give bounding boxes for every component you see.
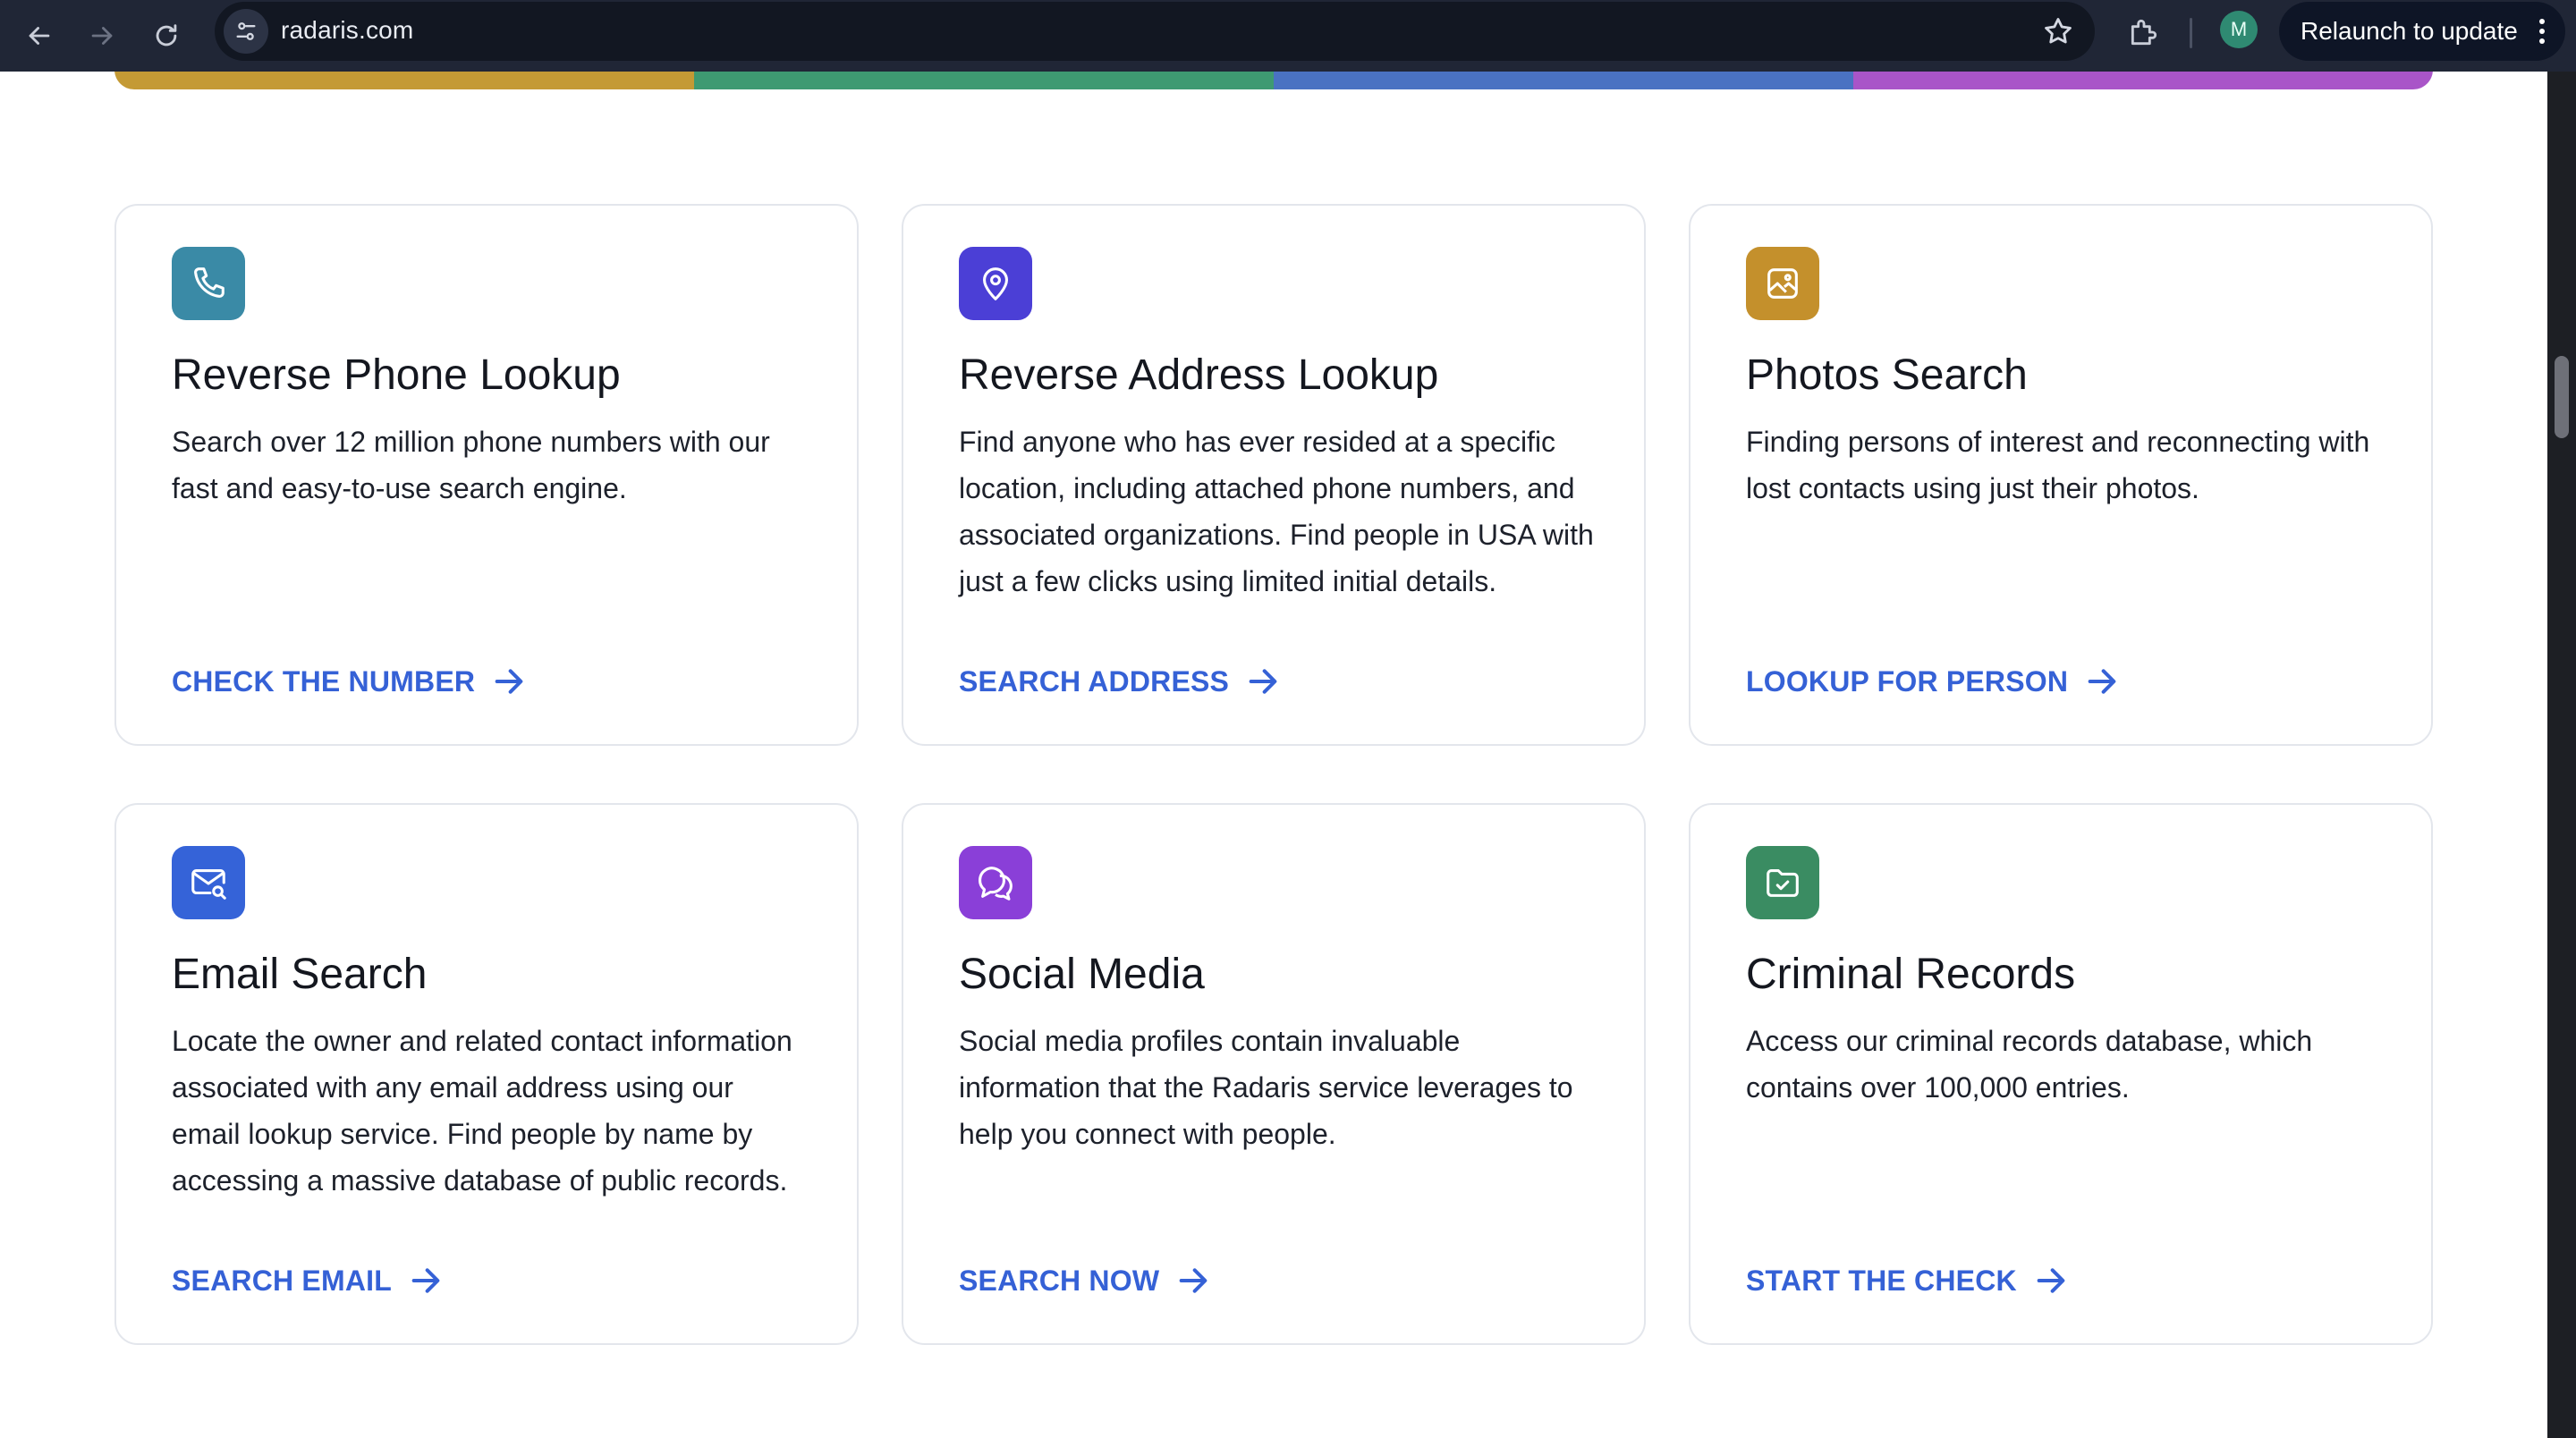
url-text[interactable]: radaris.com [281, 16, 413, 45]
image-icon [1767, 268, 1798, 299]
relaunch-button[interactable]: Relaunch to update [2279, 2, 2565, 61]
card-description: Search over 12 million phone numbers wit… [172, 426, 770, 504]
cta-label: SEARCH EMAIL [172, 1264, 392, 1297]
card-icon-box [172, 846, 245, 919]
card-reverse-phone-lookup: Reverse Phone Lookup Search over 12 mill… [114, 204, 859, 746]
phone-icon [194, 267, 225, 298]
star-icon[interactable] [2041, 14, 2075, 48]
lookup-for-person-link[interactable]: LOOKUP FOR PERSON [1746, 664, 2120, 699]
card-title: Email Search [172, 951, 428, 998]
arrow-right-icon [1179, 1268, 1208, 1293]
folder-check-icon [1767, 869, 1799, 897]
card-icon-box [959, 846, 1032, 919]
toolbar-divider [2190, 18, 2192, 48]
cta-label: CHECK THE NUMBER [172, 664, 476, 698]
arrow-right-icon [411, 1268, 440, 1293]
card-title: Reverse Address Lookup [959, 351, 1439, 399]
search-email-link[interactable]: SEARCH EMAIL [172, 1263, 444, 1298]
puzzle-icon [2131, 19, 2157, 46]
tune-icon [236, 22, 256, 40]
card-criminal-records: Criminal Records Access our criminal rec… [1689, 803, 2433, 1345]
card-description: Find anyone who has ever resided at a sp… [959, 426, 1594, 597]
card-description: Finding persons of interest and reconnec… [1746, 426, 2370, 504]
browser-toolbar: radaris.com M Relaunch to update [0, 0, 2576, 72]
card-reverse-address-lookup: Reverse Address Lookup Find anyone who h… [902, 204, 1646, 746]
card-title: Criminal Records [1746, 951, 2076, 998]
card-title: Reverse Phone Lookup [172, 351, 621, 399]
accent-color-strip [114, 72, 2433, 89]
card-icon-box [1746, 846, 1819, 919]
card-photos-search: Photos Search Finding persons of interes… [1689, 204, 2433, 746]
arrow-right-icon [91, 27, 113, 45]
mail-search-icon [191, 869, 226, 900]
extensions-button[interactable] [2123, 12, 2165, 53]
card-title: Social Media [959, 951, 1205, 998]
page-content: Reverse Phone Lookup Search over 12 mill… [0, 72, 2547, 1438]
search-address-link[interactable]: SEARCH ADDRESS [959, 664, 1281, 699]
arrow-right-icon [495, 669, 523, 694]
accent-segment-green [694, 72, 1274, 89]
cta-label: LOOKUP FOR PERSON [1746, 664, 2069, 698]
address-bar[interactable]: radaris.com [215, 2, 2095, 61]
arrow-right-icon [2037, 1268, 2065, 1293]
reload-button[interactable] [141, 11, 191, 61]
arrow-left-icon [29, 27, 50, 45]
card-icon-box [172, 247, 245, 320]
start-the-check-link[interactable]: START THE CHECK [1746, 1263, 2069, 1298]
card-email-search: Email Search Locate the owner and relate… [114, 803, 859, 1345]
profile-avatar[interactable]: M [2220, 11, 2258, 48]
page-scrollbar[interactable] [2547, 72, 2576, 1438]
reload-icon [156, 24, 177, 47]
chat-bubbles-icon [979, 867, 1013, 901]
location-pin-icon [983, 267, 1008, 300]
cta-label: START THE CHECK [1746, 1264, 2017, 1297]
arrow-right-icon [1249, 669, 1277, 694]
search-now-link[interactable]: SEARCH NOW [959, 1263, 1211, 1298]
back-button[interactable] [14, 11, 64, 61]
check-the-number-link[interactable]: CHECK THE NUMBER [172, 664, 527, 699]
relaunch-label: Relaunch to update [2301, 17, 2518, 45]
card-description: Access our criminal records database, wh… [1746, 1025, 2313, 1104]
card-title: Photos Search [1746, 351, 2028, 399]
card-icon-box [1746, 247, 1819, 320]
cta-label: SEARCH NOW [959, 1264, 1160, 1297]
card-social-media: Social Media Social media profiles conta… [902, 803, 1646, 1345]
accent-segment-purple [1853, 72, 2433, 89]
scrollbar-thumb[interactable] [2555, 356, 2569, 438]
cta-label: SEARCH ADDRESS [959, 664, 1230, 698]
site-info-button[interactable] [224, 9, 268, 54]
accent-segment-blue [1274, 72, 1853, 89]
kebab-menu-icon[interactable] [2538, 18, 2546, 45]
arrow-right-icon [2088, 669, 2116, 694]
card-icon-box [959, 247, 1032, 320]
accent-segment-gold [114, 72, 694, 89]
card-description: Locate the owner and related contact inf… [172, 1025, 792, 1197]
forward-button[interactable] [77, 11, 127, 61]
card-description: Social media profiles contain invaluable… [959, 1025, 1573, 1150]
